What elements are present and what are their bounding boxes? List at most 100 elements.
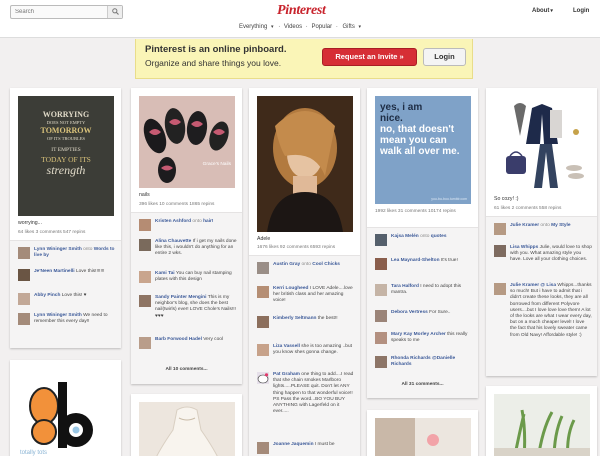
pin-stats: 1992 likes 31 comments 10174 repins <box>375 209 456 214</box>
category-videos[interactable]: Videos <box>284 24 302 30</box>
avatar[interactable] <box>18 293 30 305</box>
comment-user[interactable]: Kami Tai <box>155 271 175 276</box>
avatar[interactable] <box>257 344 269 356</box>
pin-image[interactable] <box>139 402 235 456</box>
image-credit: you-bu-boo.tumblr.com <box>431 197 467 201</box>
comment-user[interactable]: Rhonda Richards @Danielle Richards <box>391 356 455 367</box>
search-button[interactable] <box>107 6 122 18</box>
comment-user[interactable]: Tara Halford <box>391 284 419 289</box>
pin-card[interactable]: totally tots <box>10 360 121 456</box>
avatar[interactable] <box>18 313 30 325</box>
pinterest-logo[interactable]: Pinterest <box>277 3 326 19</box>
pin-card[interactable] <box>367 410 478 456</box>
pin-image[interactable] <box>375 418 471 456</box>
search-input[interactable] <box>11 6 107 18</box>
pin-card[interactable] <box>486 386 597 456</box>
avatar[interactable] <box>375 332 387 344</box>
comment-user[interactable]: Pat Graham <box>273 372 300 377</box>
avatar[interactable] <box>139 271 151 283</box>
comment-user[interactable]: Austin Gray <box>273 262 300 267</box>
avatar[interactable] <box>375 356 387 368</box>
avatar[interactable] <box>494 223 506 235</box>
avatar[interactable] <box>494 283 506 295</box>
avatar[interactable] <box>257 442 269 454</box>
comment-user[interactable]: Je'Neen Martinelli <box>34 269 75 274</box>
pin-image[interactable] <box>257 96 353 232</box>
avatar[interactable] <box>375 310 387 322</box>
avatar[interactable] <box>375 284 387 296</box>
outfit-photo <box>494 96 590 192</box>
comment-user[interactable]: Kristen Ashford <box>155 219 191 224</box>
comment-text: For Sure.. <box>429 310 451 315</box>
comment-user[interactable]: Sandy Painter Mengini <box>155 295 206 300</box>
comment-user[interactable]: Kajsa Melén <box>391 234 419 239</box>
comment-user[interactable]: Debora Vertress <box>391 310 428 315</box>
pin-card[interactable]: Grace's Nails nails 396 likes 10 comment… <box>131 88 242 384</box>
quote-line: IT EMPTIES <box>51 147 81 153</box>
avatar[interactable] <box>375 234 387 246</box>
comment-user[interactable]: Abby Pinch <box>34 293 60 298</box>
avatar[interactable] <box>139 295 151 307</box>
all-comments-link[interactable]: All 31 comments... <box>367 382 478 387</box>
pin-comments: Lynn Wininger Smith onto Words to live b… <box>10 240 121 348</box>
pin-description: worrying... <box>18 220 42 226</box>
board-link[interactable]: quotes <box>431 234 447 239</box>
board-link[interactable]: Cool Chicks <box>312 262 340 267</box>
comment-user[interactable]: Lisa Whipps <box>510 245 538 250</box>
banner-subtitle: Organize and share things you love. <box>145 58 282 68</box>
pin-image[interactable] <box>494 96 590 192</box>
comment-user[interactable]: Joanne Jaquemin <box>273 442 314 447</box>
comment-user[interactable]: Kimberly Seltmann <box>273 316 316 321</box>
comment-user[interactable]: Liza Vassell <box>273 344 300 349</box>
avatar[interactable] <box>139 219 151 231</box>
pin-image[interactable]: WORRYING DOES NOT EMPTY TOMORROW OF ITS … <box>18 96 114 216</box>
pin-description: So cozy! :) <box>494 196 519 202</box>
pin-card[interactable] <box>131 394 242 456</box>
request-invite-button[interactable]: Request an Invite » <box>322 48 417 66</box>
about-menu[interactable]: About▾ <box>532 8 553 14</box>
avatar[interactable] <box>18 269 30 281</box>
onto-label: onto <box>420 234 430 239</box>
avatar[interactable] <box>139 239 151 251</box>
category-gifts[interactable]: Gifts ▾ <box>341 24 362 30</box>
pin-description: nails <box>139 192 150 198</box>
comment-user[interactable]: Mary Kay Morley Archer <box>391 332 446 337</box>
pin-image[interactable]: totally tots <box>18 368 114 456</box>
pin-image[interactable]: Grace's Nails <box>139 96 235 188</box>
pin-image[interactable]: yes, i am nice. no, that doesn't mean yo… <box>375 96 471 204</box>
category-everything[interactable]: Everything ▾ <box>238 24 275 30</box>
pin-card[interactable]: WORRYING DOES NOT EMPTY TOMORROW OF ITS … <box>10 88 121 348</box>
pin-card[interactable]: Adele 1676 likes 92 comments 6593 repins… <box>249 88 360 456</box>
nav-separator: · <box>305 24 308 30</box>
avatar[interactable] <box>18 247 30 259</box>
onto-label: onto <box>192 219 202 224</box>
comment-user[interactable]: Barb Forwood Hadel <box>155 337 202 342</box>
pin-image[interactable] <box>494 394 590 456</box>
category-popular[interactable]: Popular <box>311 24 332 30</box>
pin-comments: Austin Gray onto Cool Chicks Kerri Lough… <box>249 255 360 456</box>
comment-user[interactable]: Lynn Wininger Smith <box>34 313 82 318</box>
comment-text: the best!! <box>317 316 338 321</box>
avatar[interactable] <box>257 372 269 384</box>
search-box[interactable] <box>10 5 123 19</box>
board-link[interactable]: My Style <box>551 223 570 228</box>
avatar[interactable] <box>139 337 151 349</box>
avatar[interactable] <box>257 262 269 274</box>
search-icon <box>112 8 119 15</box>
banner-login-button[interactable]: Login <box>423 48 466 66</box>
board-link[interactable]: hair! <box>203 219 213 224</box>
avatar[interactable] <box>257 286 269 298</box>
all-comments-link[interactable]: All 10 comments... <box>131 367 242 372</box>
login-link[interactable]: Login <box>573 8 589 14</box>
pin-card[interactable]: So cozy! :) 61 likes 2 comments 558 repi… <box>486 88 597 376</box>
avatar[interactable] <box>494 245 506 257</box>
comment-user[interactable]: Julie Kramer @ Lisa <box>510 283 556 288</box>
comment-user[interactable]: Alina Chauvette <box>155 239 191 244</box>
avatar[interactable] <box>257 316 269 328</box>
comment-user[interactable]: Lynn Wininger Smith <box>34 247 82 252</box>
avatar[interactable] <box>375 258 387 270</box>
pin-card[interactable]: yes, i am nice. no, that doesn't mean yo… <box>367 88 478 398</box>
comment-user[interactable]: Kerri Lougheed <box>273 286 308 291</box>
comment-user[interactable]: Julie Kramer <box>510 223 539 228</box>
comment-user[interactable]: Lea Maynard-Shelton <box>391 258 440 263</box>
